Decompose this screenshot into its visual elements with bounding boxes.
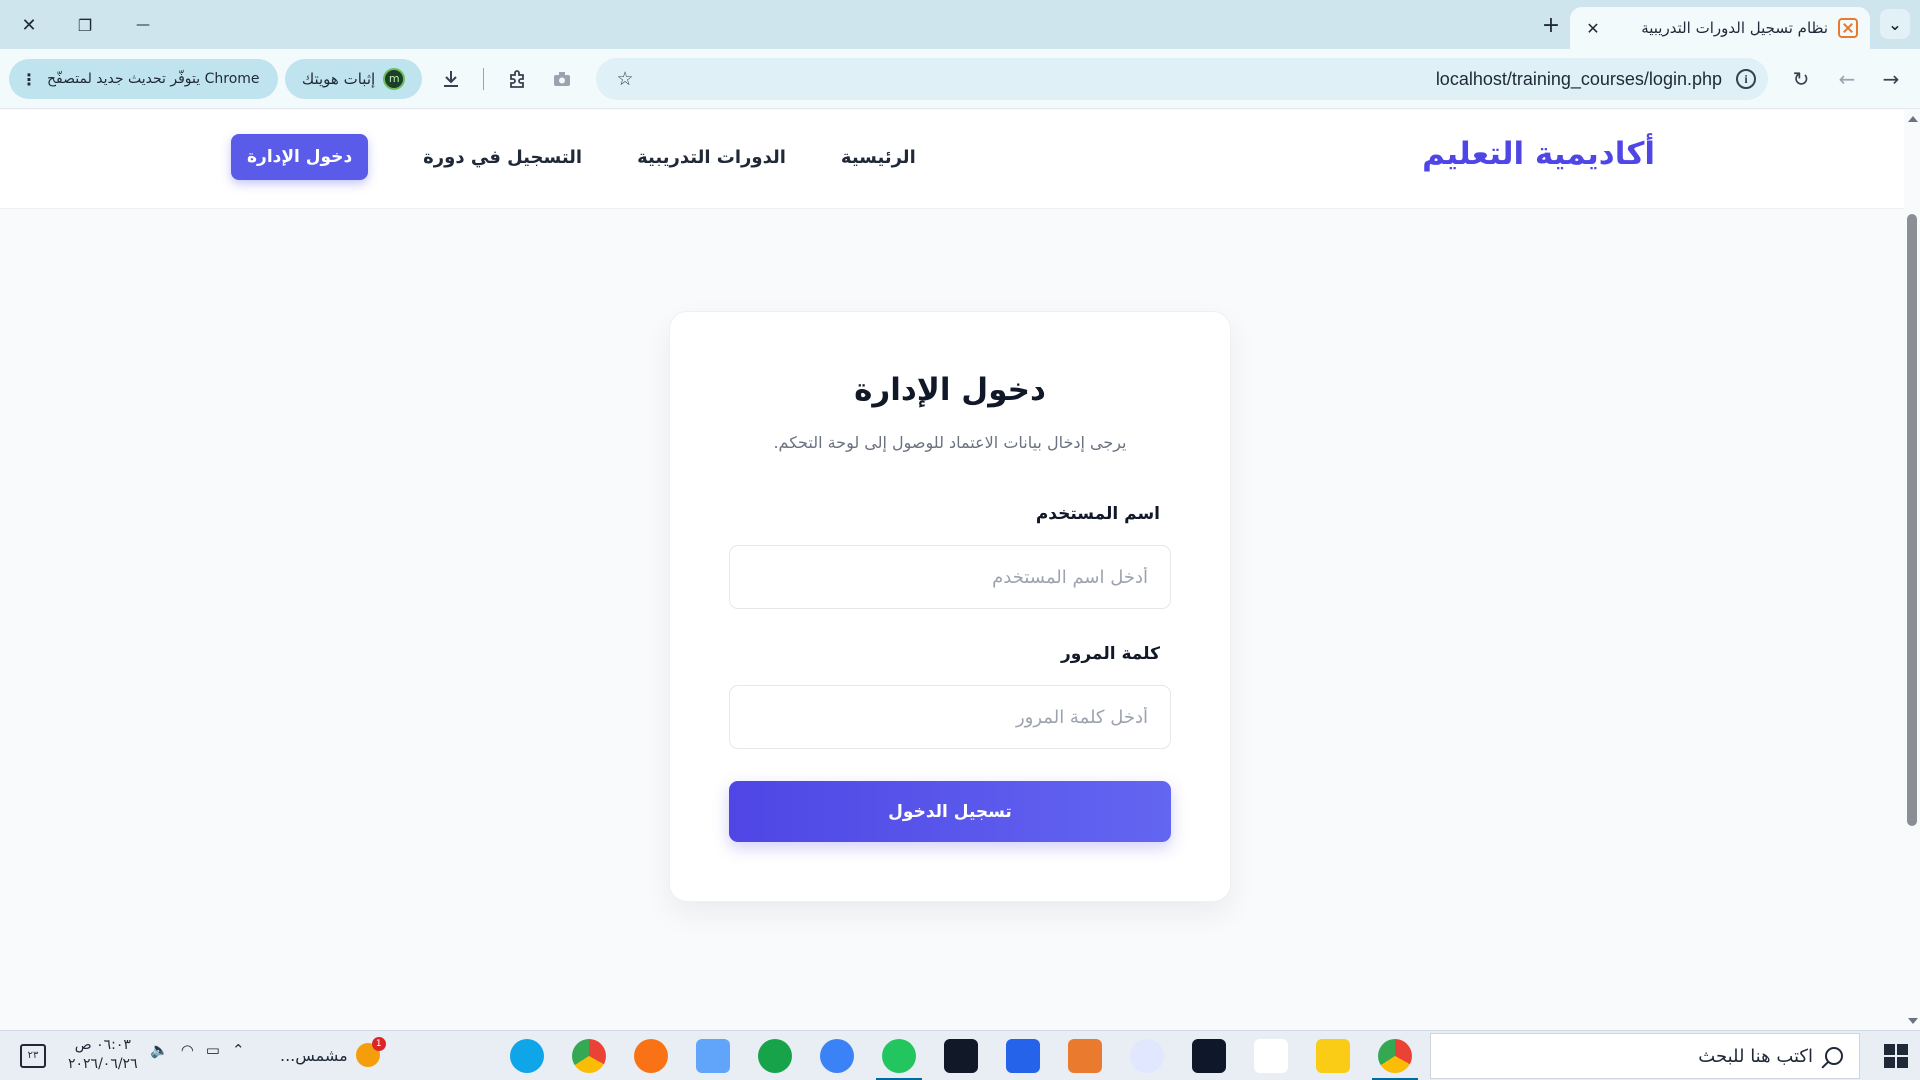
update-label: يتوفّر تحديث جديد لمتصفّح Chrome — [47, 71, 260, 87]
profile-label: إثبات هويتك — [301, 70, 376, 88]
vscode-app-icon[interactable] — [1006, 1039, 1040, 1073]
taskbar-search-box[interactable]: اكتب هنا للبحث — [1430, 1033, 1860, 1079]
chrome-profile-b-app-icon[interactable] — [820, 1039, 854, 1073]
profile-button[interactable]: m إثبات هويتك — [285, 59, 422, 99]
window-restore-icon[interactable]: ❐ — [70, 10, 100, 40]
page-scrollbar[interactable] — [1904, 110, 1920, 1030]
download-icon[interactable] — [436, 64, 466, 94]
site-navbar: أكاديمية التعليم الرئيسية الدورات التدري… — [0, 110, 1904, 209]
window-minimize-icon[interactable]: — — [128, 10, 158, 40]
nav-link-courses[interactable]: الدورات التدريبية — [637, 147, 786, 168]
chrome-profile-m-app-icon[interactable] — [876, 1039, 922, 1080]
forward-arrow-icon[interactable]: → — [1876, 64, 1906, 94]
system-tray: 🔈 ◠ ▭ ⌃ — [150, 1041, 245, 1059]
chrome-profile-p-app-icon[interactable] — [634, 1039, 668, 1073]
login-card: دخول الإدارة يرجى إدخال بيانات الاعتماد … — [669, 311, 1231, 902]
username-input[interactable] — [729, 545, 1171, 609]
login-subtitle: يرجى إدخال بيانات الاعتماد للوصول إلى لو… — [773, 433, 1127, 452]
xampp-app-icon[interactable] — [1068, 1039, 1102, 1073]
browser-toolbar: ⋮ يتوفّر تحديث جديد لمتصفّح Chrome m إثب… — [0, 49, 1920, 109]
browser-tab-active[interactable]: نظام تسجيل الدورات التدريبية ✕ — [1570, 7, 1870, 49]
chrome-profile-a-app-icon[interactable] — [758, 1039, 792, 1073]
window-close-icon[interactable]: ✕ — [14, 10, 44, 40]
network-icon[interactable]: ◠ — [181, 1041, 194, 1059]
tab-title: نظام تسجيل الدورات التدريبية — [1641, 19, 1828, 37]
chrome-active-app-icon[interactable] — [1372, 1039, 1418, 1080]
system-clock[interactable]: ٠٦:٠٣ ص ٢٠٢٦/٠٦/٢٦ — [68, 1036, 138, 1074]
battery-icon[interactable]: ▭ — [206, 1041, 220, 1059]
username-label: اسم المستخدم — [1035, 504, 1160, 524]
address-bar[interactable]: ☆ localhost/training_courses/login.php i — [596, 58, 1768, 100]
windows-start-icon[interactable] — [1884, 1044, 1908, 1068]
weather-widget[interactable]: 1 مشمس... — [280, 1037, 386, 1067]
xampp-favicon-icon — [1838, 18, 1858, 38]
site-nav-links: الرئيسية الدورات التدريبية التسجيل في دو… — [231, 134, 916, 180]
chevron-down-icon: ⌄ — [1888, 14, 1902, 34]
screenshot-icon[interactable] — [547, 64, 577, 94]
notepad-app-icon[interactable] — [696, 1039, 730, 1073]
scroll-thumb[interactable] — [1907, 214, 1917, 826]
web-page: أكاديمية التعليم الرئيسية الدورات التدري… — [0, 110, 1904, 1030]
back-arrow-icon[interactable]: ← — [1832, 64, 1862, 94]
password-input[interactable] — [729, 685, 1171, 749]
clock-time: ٠٦:٠٣ ص — [74, 1037, 131, 1053]
file-explorer-app-icon[interactable] — [1316, 1039, 1350, 1073]
weather-sun-icon: 1 — [355, 1037, 386, 1067]
app-a-icon[interactable] — [1254, 1039, 1288, 1073]
browser-tab-strip: ✕ ❐ — + نظام تسجيل الدورات التدريبية ✕ ⌄ — [0, 0, 1920, 49]
terminal-app-icon[interactable] — [944, 1039, 978, 1073]
bookmark-star-icon[interactable]: ☆ — [614, 68, 636, 90]
weather-label: مشمس... — [280, 1045, 348, 1065]
nav-link-admin-login[interactable]: دخول الإدارة — [231, 134, 369, 180]
chrome-app-icon[interactable] — [572, 1039, 606, 1073]
site-info-icon[interactable]: i — [1736, 69, 1756, 89]
taskbar-search-placeholder: اكتب هنا للبحث — [1698, 1045, 1813, 1067]
more-menu-icon: ⋮ — [21, 69, 37, 89]
tab-close-icon[interactable]: ✕ — [1582, 19, 1604, 38]
nav-link-register[interactable]: التسجيل في دورة — [423, 147, 582, 168]
login-submit-button[interactable]: تسجيل الدخول — [729, 781, 1171, 842]
scroll-up-arrow-icon[interactable] — [1908, 116, 1918, 122]
site-logo[interactable]: أكاديمية التعليم — [1422, 136, 1655, 172]
clock-date: ٢٠٢٦/٠٦/٢٦ — [68, 1056, 138, 1072]
password-label: كلمة المرور — [1061, 644, 1160, 664]
extensions-icon[interactable] — [502, 64, 532, 94]
accessibility-app-icon[interactable] — [1130, 1039, 1164, 1073]
windows-taskbar: ٢٣ ٠٦:٠٣ ص ٢٠٢٦/٠٦/٢٦ 🔈 ◠ ▭ ⌃ 1 مشمس... … — [0, 1030, 1920, 1080]
login-title: دخول الإدارة — [854, 372, 1046, 408]
nav-link-home[interactable]: الرئيسية — [841, 147, 916, 168]
profile-avatar-icon: m — [383, 68, 406, 90]
search-icon — [1825, 1047, 1843, 1065]
scroll-down-arrow-icon[interactable] — [1908, 1018, 1918, 1024]
chrome-update-button[interactable]: ⋮ يتوفّر تحديث جديد لمتصفّح Chrome — [9, 59, 278, 99]
notification-center-icon[interactable]: ٢٣ — [20, 1044, 46, 1068]
tab-search-button[interactable]: ⌄ — [1880, 9, 1910, 39]
volume-icon[interactable]: 🔈 — [150, 1041, 169, 1059]
url-text[interactable]: localhost/training_courses/login.php — [1436, 69, 1722, 90]
edge-app-icon[interactable] — [510, 1039, 544, 1073]
android-studio-app-icon[interactable] — [1192, 1039, 1226, 1073]
weather-badge: 1 — [371, 1037, 386, 1051]
toolbar-divider — [483, 68, 484, 90]
tray-chevron-up-icon[interactable]: ⌃ — [232, 1041, 245, 1059]
reload-icon[interactable]: ↻ — [1786, 64, 1816, 94]
new-tab-button[interactable]: + — [1537, 11, 1565, 39]
